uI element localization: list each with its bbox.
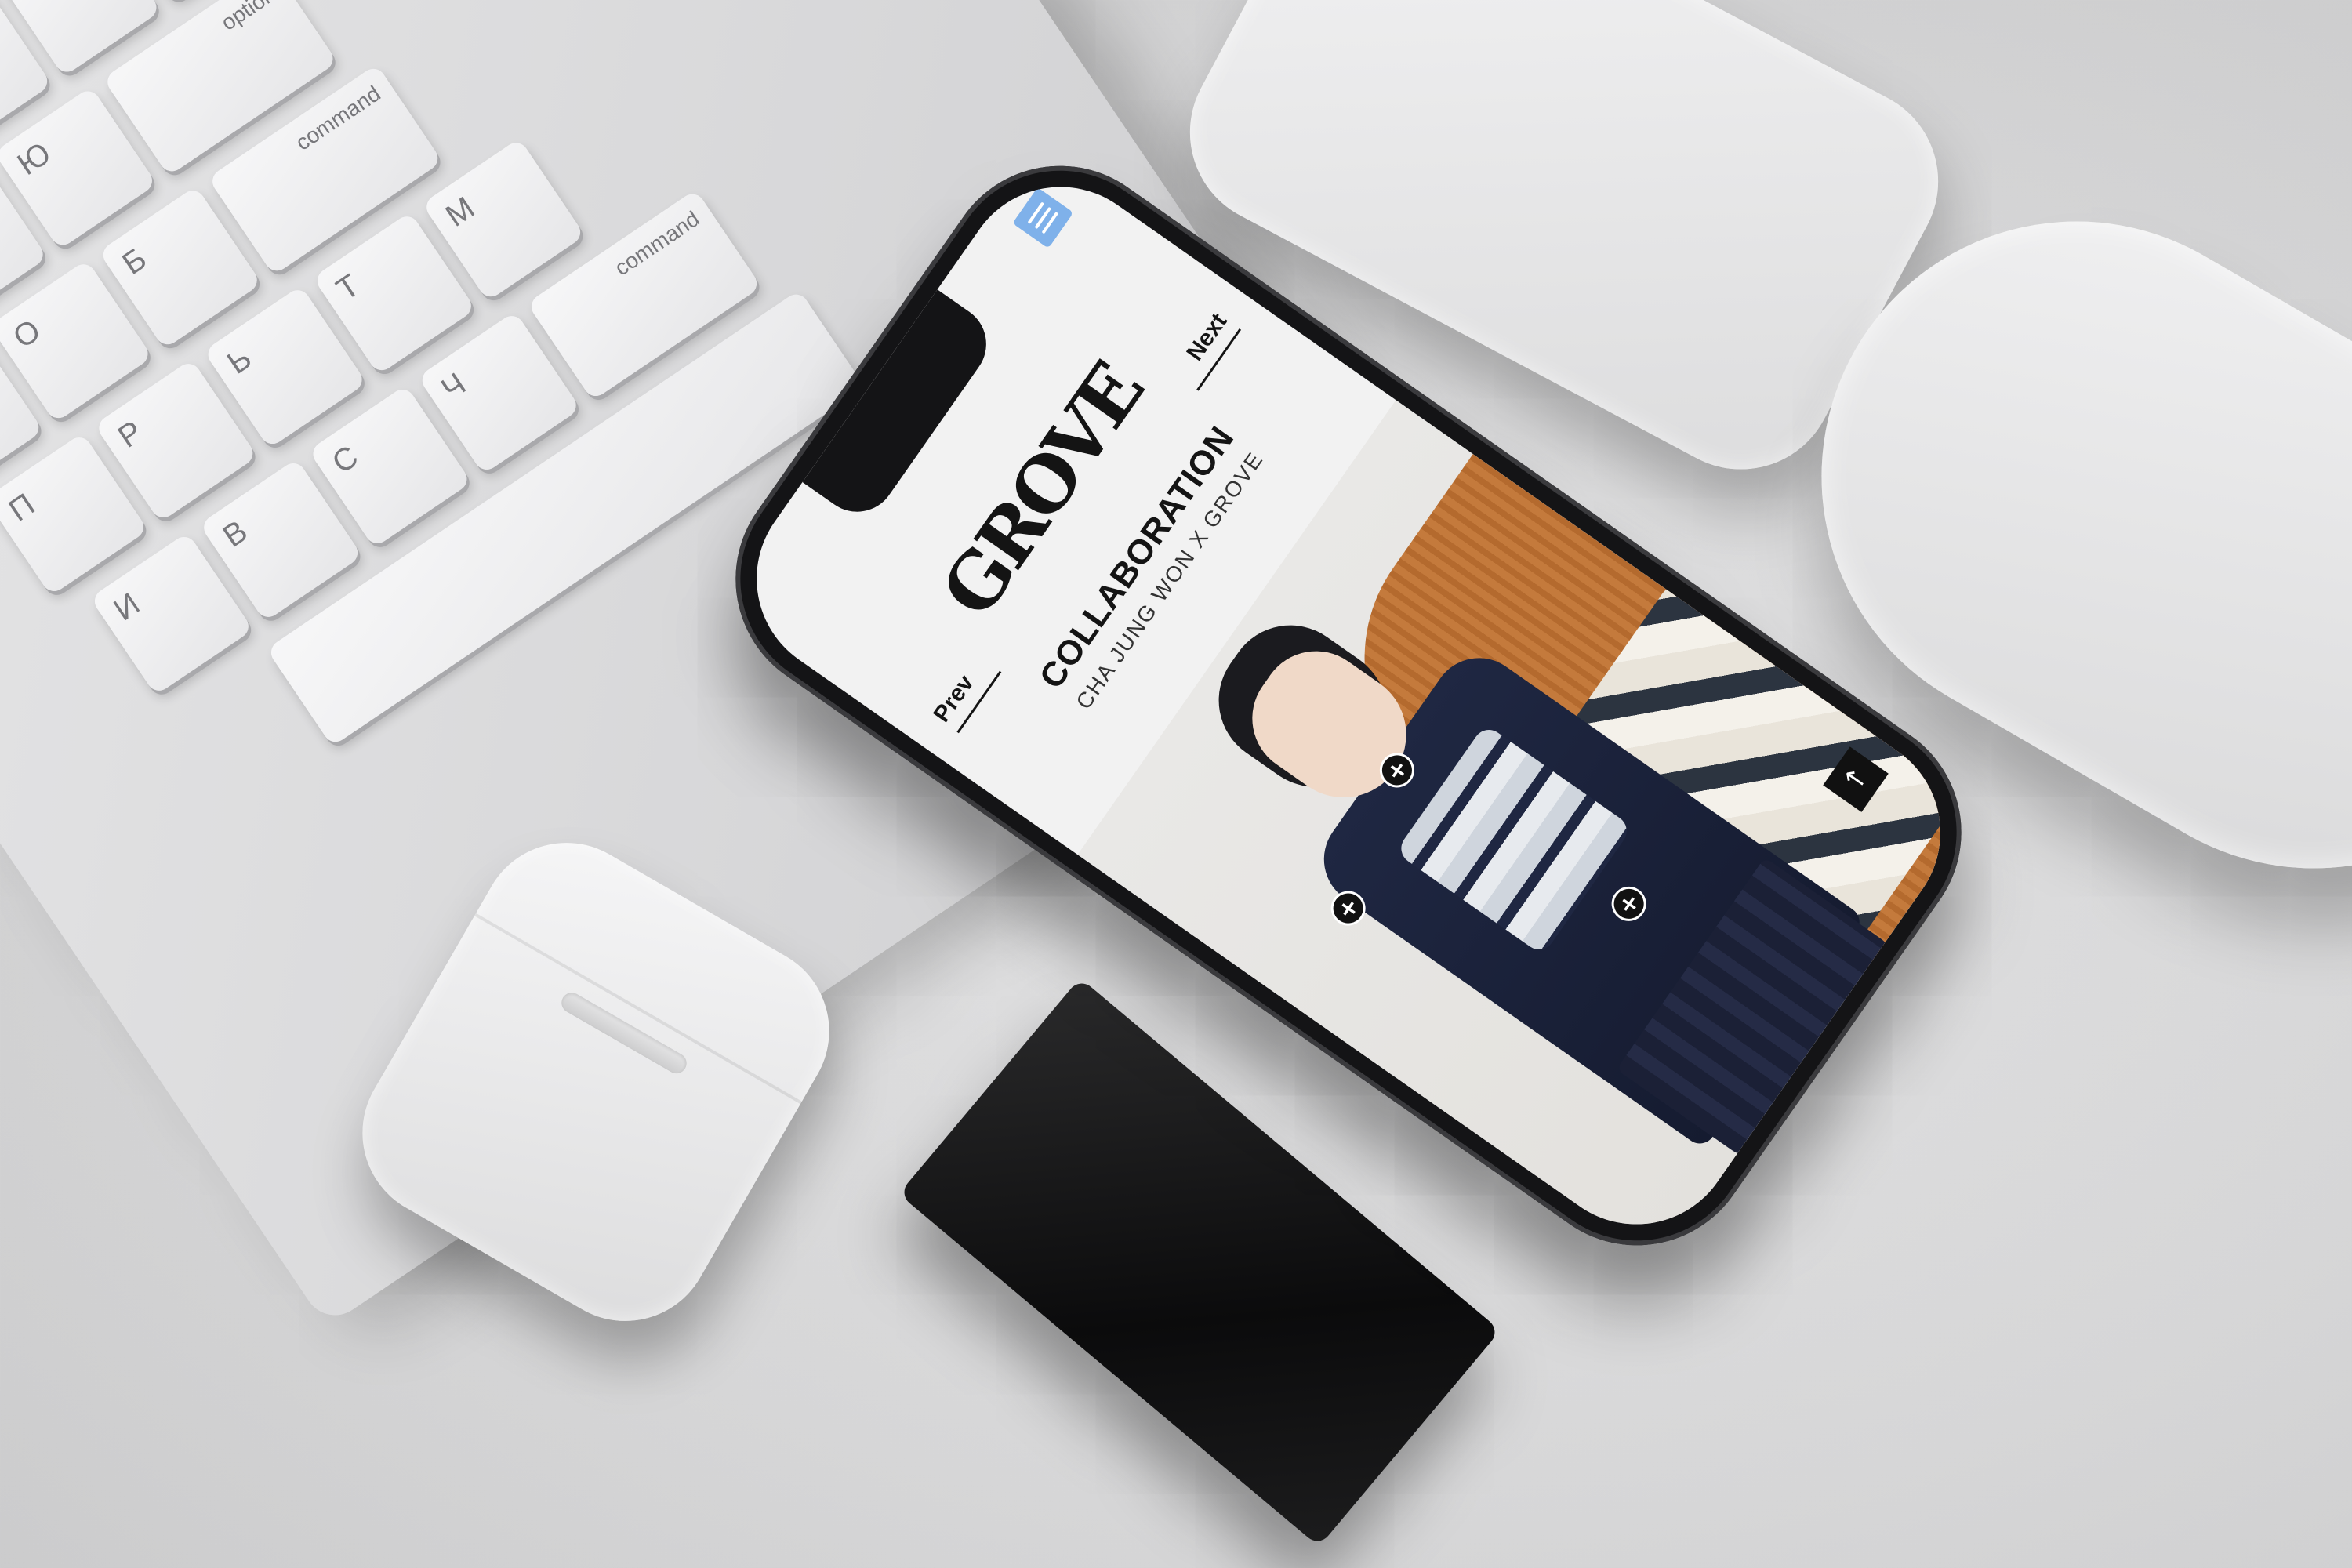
key-label: Э [16,0,54,9]
key-label: С [326,439,365,481]
case-seam [474,913,802,1105]
key-label: Ч [435,366,473,407]
key-label: command [291,81,385,155]
plus-icon: + [1331,892,1366,924]
key-label: Ь [221,340,258,381]
key-label: Т [330,267,366,307]
arrow-up-icon: ↑ [1836,760,1875,798]
menu-button[interactable] [1012,187,1074,249]
key-label: option [216,0,280,35]
key-label: О [7,313,47,355]
key-label: command [610,206,704,281]
key-label: М [439,190,481,234]
key-label: Р [111,414,149,455]
plus-icon: + [1380,754,1414,786]
prev-link[interactable]: Prev [928,651,1002,734]
key-label: П [2,487,42,528]
key-label: Б [116,241,153,282]
plus-icon: + [1612,887,1646,920]
key-label: В [216,514,254,554]
key-label: Ю [11,136,57,183]
next-link[interactable]: Next [1168,308,1242,391]
key-label: И [107,586,146,628]
